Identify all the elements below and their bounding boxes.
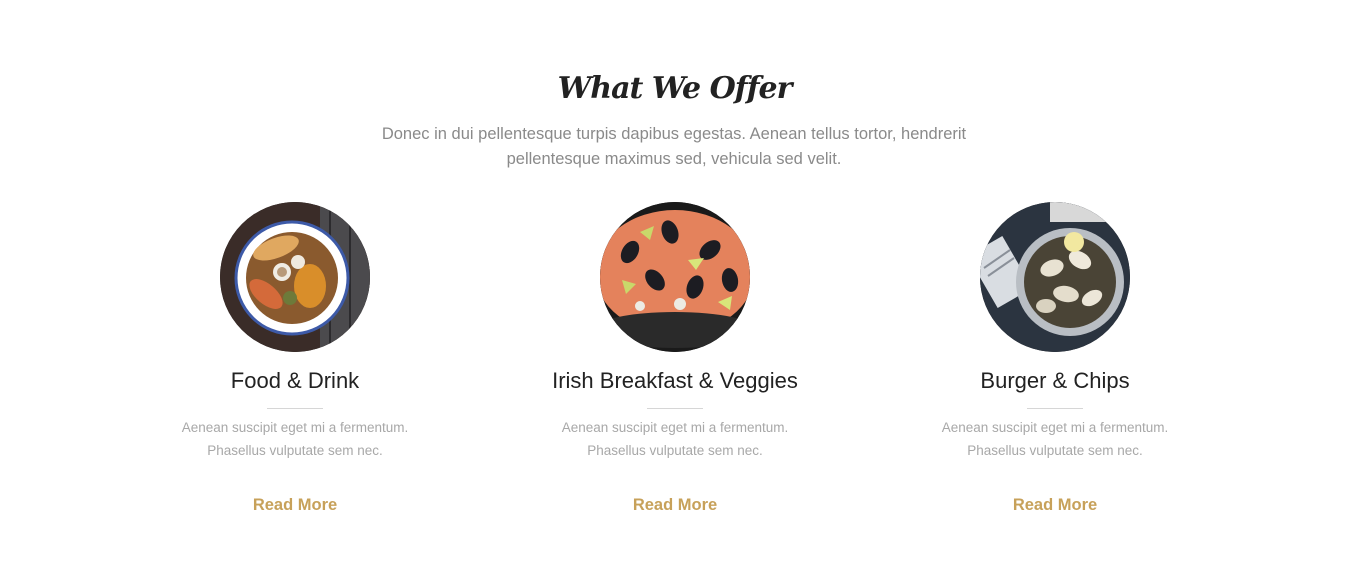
card-title: Food & Drink (230, 368, 360, 393)
paella-pan-image (600, 202, 750, 352)
read-more-link[interactable]: Read More (145, 496, 445, 515)
card-description: Aenean suscipit eget mi a fermentum. Pha… (561, 420, 789, 458)
services-section: What We Offer Donec in dui pellentesque … (0, 0, 1349, 568)
card-title: Burger & Chips (980, 368, 1130, 393)
card-title: Irish Breakfast & Veggies (552, 368, 798, 393)
clams-bowl-image (980, 202, 1130, 352)
card-description: Aenean suscipit eget mi a fermentum. Pha… (941, 420, 1169, 458)
read-more-link[interactable]: Read More (905, 496, 1205, 515)
card-divider (1027, 408, 1083, 409)
read-more-link[interactable]: Read More (525, 496, 825, 515)
section-title: What We Offer (557, 70, 793, 106)
seafood-soup-bowl-image (220, 202, 370, 352)
card-divider (267, 408, 323, 409)
card-divider (647, 408, 703, 409)
section-intro: Donec in dui pellentesque turpis dapibus… (381, 125, 967, 168)
card-description: Aenean suscipit eget mi a fermentum. Pha… (181, 420, 409, 458)
